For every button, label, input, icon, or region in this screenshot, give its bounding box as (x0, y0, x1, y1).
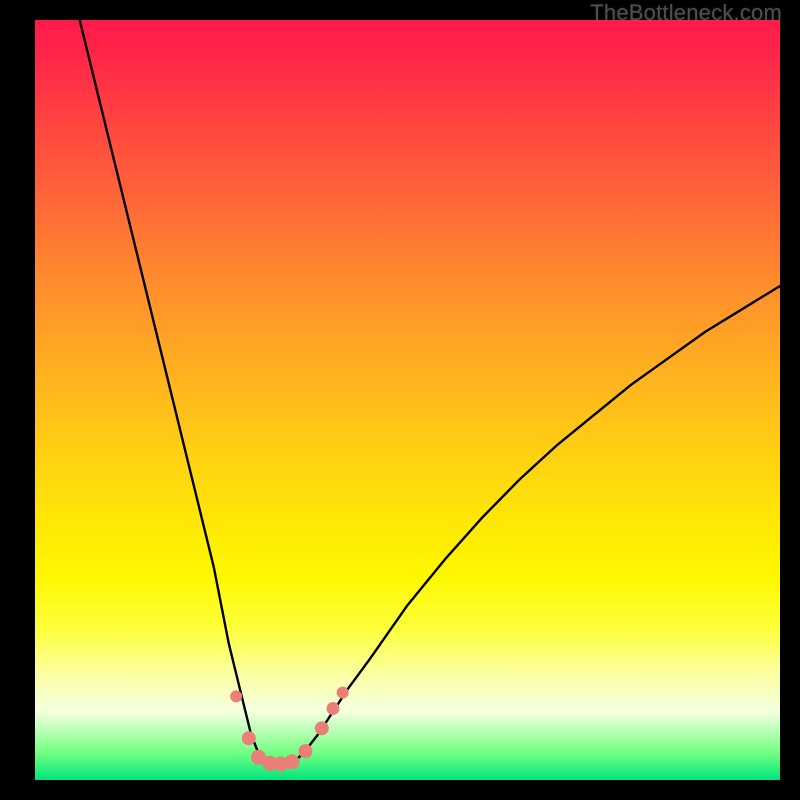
curve-marker (298, 744, 312, 758)
curve-marker (337, 687, 349, 699)
plot-area (35, 20, 780, 780)
curve-marker (242, 731, 256, 745)
curve-marker (327, 702, 340, 715)
bottleneck-curve (80, 20, 780, 765)
curve-marker (315, 721, 329, 735)
chart-frame: TheBottleneck.com (0, 0, 800, 800)
curve-marker (230, 690, 242, 702)
curve-svg (35, 20, 780, 780)
watermark-text: TheBottleneck.com (590, 0, 782, 26)
curve-marker (285, 754, 300, 769)
